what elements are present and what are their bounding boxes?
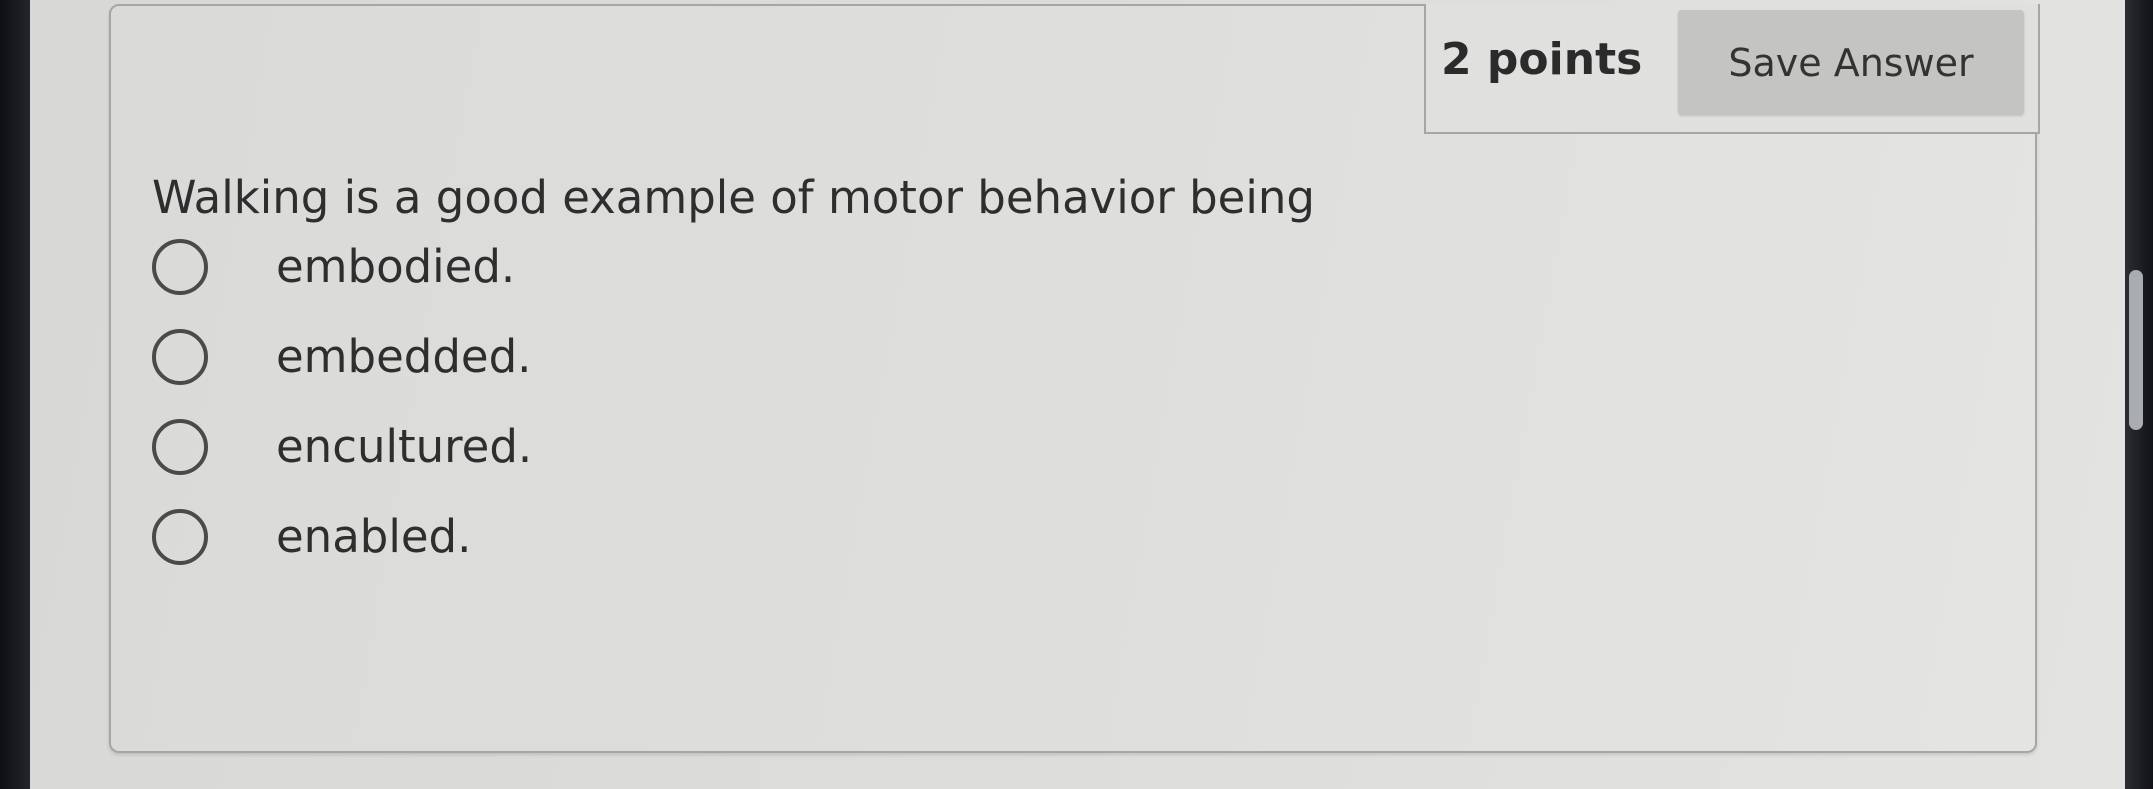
radio-button[interactable] [152, 329, 208, 385]
points-label: 2 points [1441, 34, 1643, 85]
radio-button[interactable] [152, 509, 208, 565]
answer-option-label: embedded. [276, 330, 532, 383]
answer-option[interactable]: encultured. [152, 412, 752, 482]
radio-button[interactable] [152, 419, 208, 475]
scrollbar-thumb[interactable] [2129, 270, 2143, 430]
answer-option-label: encultured. [276, 420, 533, 473]
answer-option[interactable]: enabled. [152, 502, 752, 572]
radio-button[interactable] [152, 239, 208, 295]
screen-bezel-left [0, 0, 30, 789]
answer-option[interactable]: embedded. [152, 322, 752, 392]
answer-option[interactable]: embodied. [152, 232, 752, 302]
answer-option-label: enabled. [276, 510, 472, 563]
save-answer-button[interactable]: Save Answer [1678, 10, 2024, 115]
answer-option-label: embodied. [276, 240, 516, 293]
question-prompt: Walking is a good example of motor behav… [152, 171, 1315, 224]
